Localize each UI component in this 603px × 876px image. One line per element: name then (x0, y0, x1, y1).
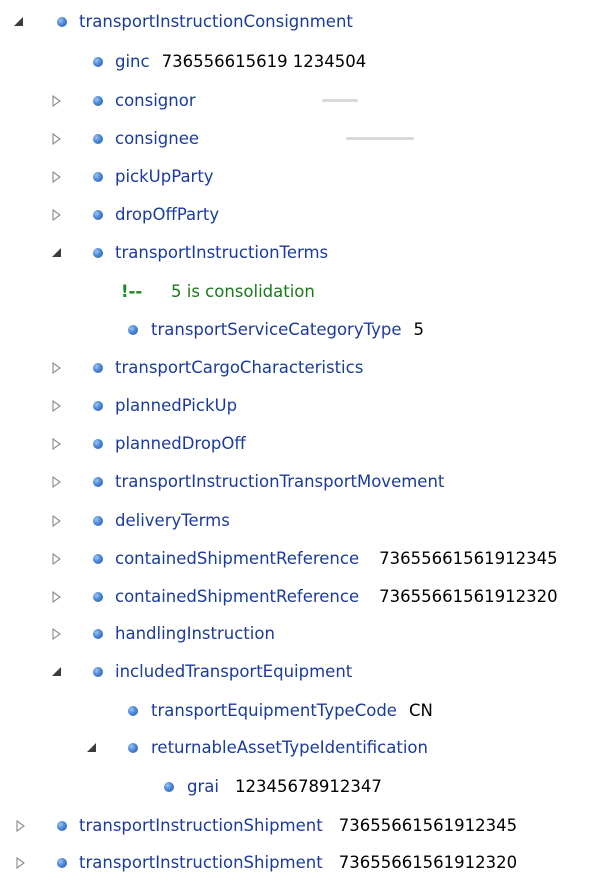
node-name: transportInstructionShipment (79, 816, 323, 835)
element-node-icon (57, 17, 67, 27)
node-value: 73655661561912320 (379, 587, 558, 606)
node-name: grai (187, 777, 219, 796)
node-value: 5 (413, 320, 425, 339)
node-value: 73655661561912320 (338, 853, 518, 872)
element-node-icon (93, 57, 103, 67)
triangle-collapsed-icon[interactable] (51, 621, 65, 647)
node-value: 12345678912347 (234, 777, 382, 796)
element-node-icon (128, 325, 138, 335)
blurred-value (322, 99, 358, 102)
node-label: consignor (115, 91, 196, 110)
element-node-icon (93, 629, 103, 639)
node-value: CN (408, 701, 433, 720)
element-node-icon (93, 363, 103, 373)
node-value: 736556615619 1234504 (161, 52, 367, 71)
node-label: transportInstructionShipment 736556615619… (79, 850, 517, 876)
node-name: ginc (115, 52, 150, 71)
node-label: containedShipmentReference 73655661561912… (115, 584, 558, 610)
node-value: 73655661561912345 (379, 549, 558, 568)
triangle-expanded-icon[interactable] (51, 240, 65, 266)
element-node-icon (93, 210, 103, 220)
element-node-icon (93, 516, 103, 526)
triangle-collapsed-icon[interactable] (51, 431, 65, 457)
triangle-collapsed-icon[interactable] (51, 393, 65, 419)
element-node-icon (93, 172, 103, 182)
node-name: containedShipmentReference (115, 549, 360, 568)
node-label: pickUpParty (115, 167, 214, 186)
node-name: transportServiceCategoryType (151, 320, 402, 339)
triangle-expanded-icon[interactable] (51, 659, 65, 685)
element-node-icon (128, 706, 138, 716)
triangle-collapsed-icon[interactable] (15, 850, 29, 876)
element-node-icon (93, 96, 103, 106)
node-label: grai 12345678912347 (187, 774, 382, 800)
element-node-icon (93, 554, 103, 564)
triangle-collapsed-icon[interactable] (51, 88, 65, 114)
element-node-icon (164, 782, 174, 792)
element-node-icon (57, 858, 67, 868)
triangle-expanded-icon[interactable] (86, 735, 100, 761)
element-node-icon (128, 743, 138, 753)
element-node-icon (93, 134, 103, 144)
node-label: transportEquipmentTypeCode CN (151, 698, 433, 724)
element-node-icon (93, 667, 103, 677)
element-node-icon (93, 248, 103, 258)
node-label: includedTransportEquipment (115, 662, 353, 681)
xml-tree-view: transportInstructionConsignment ginc 7365… (0, 0, 603, 872)
element-node-icon (93, 592, 103, 602)
node-label: plannedPickUp (115, 396, 238, 415)
comment-text: 5 is consolidation (171, 282, 315, 301)
triangle-collapsed-icon[interactable] (51, 164, 65, 190)
node-label: transportInstructionTransportMovement (115, 472, 445, 491)
node-label: transportServiceCategoryType 5 (151, 317, 424, 343)
node-label: transportCargoCharacteristics (115, 358, 364, 377)
element-node-icon (57, 821, 67, 831)
triangle-collapsed-icon[interactable] (51, 469, 65, 495)
triangle-collapsed-icon[interactable] (15, 813, 29, 839)
element-node-icon (93, 477, 103, 487)
element-node-icon (93, 401, 103, 411)
triangle-collapsed-icon[interactable] (51, 126, 65, 152)
comment-icon: !-- (121, 282, 143, 301)
triangle-collapsed-icon[interactable] (51, 355, 65, 381)
node-label: ginc 736556615619 1234504 (115, 49, 366, 75)
node-label: consignee (115, 129, 200, 148)
node-label: dropOffParty (115, 205, 220, 224)
node-label: transportInstructionConsignment (79, 12, 353, 31)
node-label: handlingInstruction (115, 624, 275, 643)
triangle-collapsed-icon[interactable] (51, 546, 65, 572)
node-label: transportInstructionTerms (115, 243, 329, 262)
blurred-value (346, 137, 414, 140)
triangle-expanded-icon[interactable] (13, 9, 27, 35)
node-name: transportEquipmentTypeCode (151, 701, 397, 720)
node-label: deliveryTerms (115, 511, 230, 530)
triangle-collapsed-icon[interactable] (51, 202, 65, 228)
node-label: containedShipmentReference 73655661561912… (115, 546, 558, 572)
node-name: containedShipmentReference (115, 587, 360, 606)
node-label: plannedDropOff (115, 434, 246, 453)
node-label: transportInstructionShipment 736556615619… (79, 813, 517, 839)
node-value: 73655661561912345 (338, 816, 518, 835)
triangle-collapsed-icon[interactable] (51, 584, 65, 610)
node-name: transportInstructionShipment (79, 853, 323, 872)
node-label: returnableAssetTypeIdentification (151, 738, 428, 757)
element-node-icon (93, 439, 103, 449)
triangle-collapsed-icon[interactable] (51, 508, 65, 534)
